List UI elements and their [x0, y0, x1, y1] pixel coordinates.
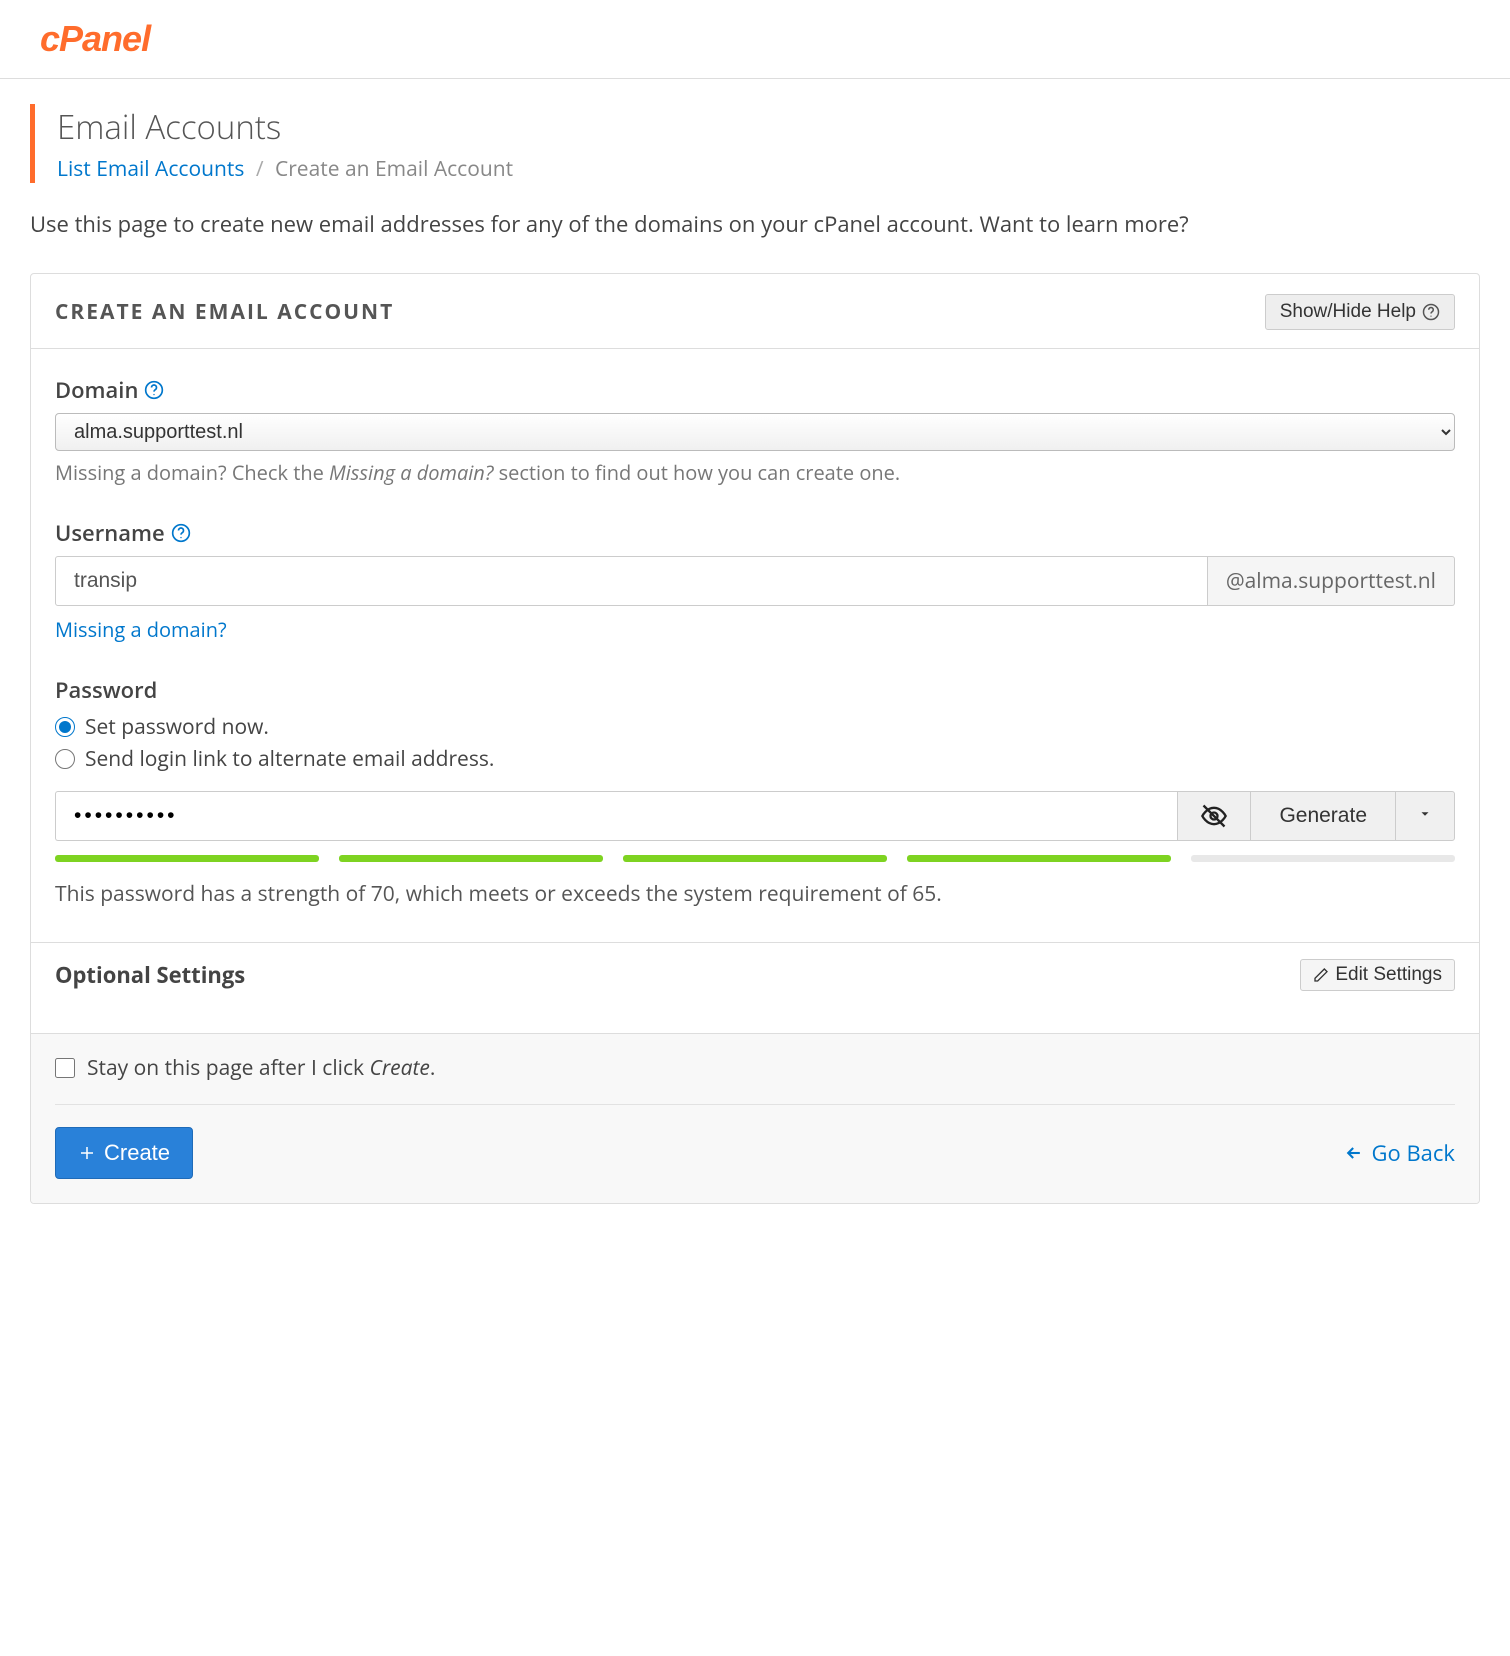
breadcrumb-link-list[interactable]: List Email Accounts	[57, 155, 244, 183]
breadcrumb-current: Create an Email Account	[275, 155, 513, 183]
domain-hint: Missing a domain? Check the Missing a do…	[55, 459, 1455, 486]
generate-password-options-button[interactable]	[1395, 791, 1455, 841]
arrow-left-icon	[1344, 1143, 1364, 1163]
help-icon[interactable]	[171, 523, 191, 543]
show-hide-help-button[interactable]: Show/Hide Help	[1265, 294, 1455, 330]
optional-settings-title: Optional Settings	[55, 960, 245, 990]
panel-title: CREATE AN EMAIL ACCOUNT	[55, 298, 394, 326]
password-label: Password	[55, 675, 157, 705]
help-icon[interactable]	[144, 380, 164, 400]
create-button[interactable]: Create	[55, 1127, 193, 1179]
eye-off-icon	[1200, 802, 1228, 830]
caret-down-icon	[1418, 807, 1432, 821]
password-input[interactable]	[55, 791, 1177, 841]
create-email-panel: CREATE AN EMAIL ACCOUNT Show/Hide Help D…	[30, 273, 1480, 1204]
missing-domain-link[interactable]: Missing a domain?	[55, 616, 227, 643]
set-password-now-radio[interactable]	[55, 717, 75, 737]
domain-select[interactable]: alma.supporttest.nl	[55, 413, 1455, 451]
username-input[interactable]	[55, 556, 1208, 606]
cpanel-logo: cPanel	[40, 18, 1480, 60]
generate-password-button[interactable]: Generate	[1250, 791, 1395, 841]
toggle-password-visibility-button[interactable]	[1177, 791, 1250, 841]
edit-settings-button[interactable]: Edit Settings	[1300, 959, 1455, 991]
go-back-link[interactable]: Go Back	[1344, 1138, 1455, 1168]
send-login-link-radio[interactable]	[55, 749, 75, 769]
pencil-icon	[1313, 967, 1329, 983]
password-strength-bar	[55, 855, 1455, 862]
username-label: Username	[55, 518, 165, 548]
help-button-label: Show/Hide Help	[1280, 301, 1416, 323]
breadcrumb: List Email Accounts / Create an Email Ac…	[57, 155, 1480, 183]
plus-icon	[78, 1144, 96, 1162]
password-strength-text: This password has a strength of 70, whic…	[55, 880, 1455, 908]
stay-on-page-label: Stay on this page after I click Create.	[87, 1054, 435, 1082]
send-login-link-label: Send login link to alternate email addre…	[85, 745, 494, 773]
stay-on-page-checkbox[interactable]	[55, 1058, 75, 1078]
page-title: Email Accounts	[57, 104, 1480, 149]
help-icon	[1422, 303, 1440, 321]
breadcrumb-separator: /	[256, 155, 264, 183]
intro-text: Use this page to create new email addres…	[30, 209, 1480, 239]
username-domain-addon: @alma.supporttest.nl	[1208, 556, 1455, 606]
domain-label: Domain	[55, 375, 138, 405]
set-password-now-label: Set password now.	[85, 713, 269, 741]
